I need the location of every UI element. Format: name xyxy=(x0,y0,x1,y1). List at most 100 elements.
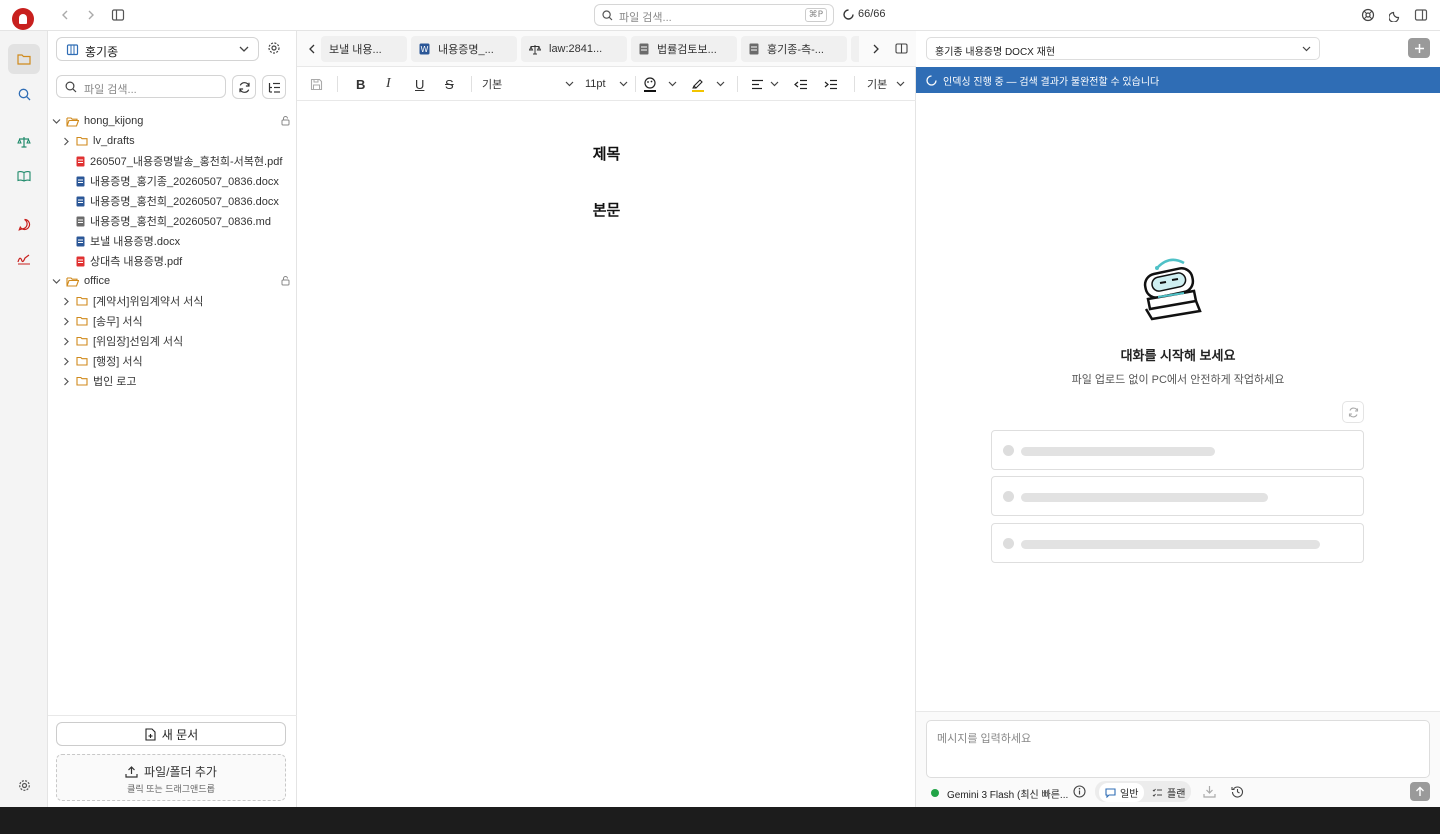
tree-folder[interactable]: [위임장]선임계 서식 xyxy=(62,331,183,351)
activity-rail xyxy=(0,31,48,807)
sidebar-toggle-icon[interactable] xyxy=(109,6,127,24)
font-size-select[interactable]: 11pt xyxy=(585,74,628,94)
document-title[interactable]: 제목 xyxy=(297,143,916,164)
editor-tab[interactable]: W 내용증명_... xyxy=(411,36,517,62)
chat-panel: 홍기종 내용증명 DOCX 재현 인덱싱 진행 중 — 검색 결과가 불완전할 … xyxy=(916,31,1440,807)
docx-file-icon xyxy=(76,176,85,186)
tree-file-docx[interactable]: 내용증명_홍천희_20260507_0836.docx xyxy=(76,191,279,211)
global-search-input[interactable]: 파일 검색... ⌘P xyxy=(594,4,834,26)
workspace-settings-icon[interactable] xyxy=(267,41,283,57)
tree-file-pdf[interactable]: 260507_내용증명발송_홍천희-서복현.pdf xyxy=(76,151,282,171)
back-icon[interactable] xyxy=(56,6,74,24)
dark-mode-icon[interactable] xyxy=(1386,6,1404,24)
help-icon[interactable] xyxy=(1359,6,1377,24)
right-panel-toggle-icon[interactable] xyxy=(1412,6,1430,24)
tree-item-label: 내용증명_홍천희_20260507_0836.md xyxy=(90,216,271,228)
tree-file-docx[interactable]: 내용증명_홍기종_20260507_0836.docx xyxy=(76,171,279,191)
tree-folder-office[interactable]: office xyxy=(52,271,297,291)
italic-button[interactable]: I xyxy=(386,74,391,94)
editor-tab[interactable]: 보낼 내용... xyxy=(321,36,407,62)
indent-button[interactable] xyxy=(824,74,838,94)
forward-icon[interactable] xyxy=(82,6,100,24)
new-document-button[interactable]: 새 문서 xyxy=(56,722,286,746)
rail-search[interactable] xyxy=(8,79,40,109)
bold-button[interactable]: B xyxy=(356,74,365,94)
rail-chat[interactable] xyxy=(8,209,40,239)
align-select[interactable] xyxy=(751,74,779,94)
line-style-select[interactable]: 기본 xyxy=(867,74,905,94)
tree-file-pdf[interactable]: 상대측 내용증명.pdf xyxy=(76,251,182,271)
document-body[interactable]: 본문 xyxy=(297,199,916,220)
mode-plan-button[interactable]: 플랜 xyxy=(1146,783,1191,802)
svg-text:W: W xyxy=(421,45,429,54)
send-button[interactable] xyxy=(1410,782,1430,801)
message-input[interactable]: 메시지를 입력하세요 xyxy=(926,720,1430,778)
chat-thread-select[interactable]: 홍기종 내용증명 DOCX 재현 xyxy=(926,37,1320,60)
chevron-down-icon xyxy=(668,81,677,87)
rail-settings[interactable] xyxy=(8,770,40,800)
underline-button[interactable]: U xyxy=(415,74,424,94)
rail-files[interactable] xyxy=(8,44,40,74)
chevron-right-icon xyxy=(64,297,69,305)
refresh-suggestions-button[interactable] xyxy=(1342,401,1364,423)
model-select[interactable]: Gemini 3 Flash (최신 빠른... xyxy=(931,784,1068,802)
folder-icon xyxy=(76,376,88,386)
outdent-button[interactable] xyxy=(794,74,808,94)
chevron-down-icon xyxy=(896,81,905,87)
file-drop-zone[interactable]: 파일/폴더 추가 클릭 또는 드래그앤드롭 xyxy=(56,754,286,801)
suggestion-placeholder[interactable] xyxy=(991,430,1364,470)
mode-plan-label: 플랜 xyxy=(1167,789,1186,800)
tree-item-label: office xyxy=(84,275,111,287)
strikethrough-button[interactable]: S xyxy=(445,74,454,94)
suggestion-placeholder[interactable] xyxy=(991,523,1364,563)
rail-law[interactable] xyxy=(8,127,40,157)
tree-folder[interactable]: 법인 로고 xyxy=(62,371,137,391)
tree-folder[interactable]: [계약서]위임계약서 서식 xyxy=(62,291,203,311)
tabs-scroll-left-icon[interactable] xyxy=(307,43,317,58)
rail-sign[interactable] xyxy=(8,244,40,274)
editor-tab[interactable]: law:2841... xyxy=(521,36,627,62)
tree-folder-lv-drafts[interactable]: lv_drafts xyxy=(62,131,135,151)
tree-file-docx[interactable]: 보낼 내용증명.docx xyxy=(76,231,180,251)
tree-folder[interactable]: [송무] 서식 xyxy=(62,311,143,331)
editor-tab[interactable]: 홍기종-측-... xyxy=(741,36,847,62)
palette-icon xyxy=(644,76,656,92)
toolbar-divider xyxy=(854,76,855,92)
download-icon[interactable] xyxy=(1203,785,1216,801)
lock-icon[interactable] xyxy=(280,275,291,286)
model-info-icon[interactable] xyxy=(1073,785,1086,801)
tree-view-button[interactable] xyxy=(262,75,286,99)
search-icon xyxy=(602,10,613,21)
text-color-button[interactable] xyxy=(643,74,677,94)
chevron-down-icon xyxy=(619,81,628,87)
split-view-icon[interactable] xyxy=(895,42,908,58)
refresh-tree-button[interactable] xyxy=(232,75,256,99)
highlight-color-button[interactable] xyxy=(691,74,725,94)
tree-item-label: [계약서]위임계약서 서식 xyxy=(93,296,204,308)
new-chat-button[interactable] xyxy=(1408,38,1430,58)
tree-folder-hong-kijong[interactable]: hong_kijong xyxy=(52,111,297,131)
indexing-banner-text: 인덱싱 진행 중 — 검색 결과가 불완전할 수 있습니다 xyxy=(943,76,1160,88)
history-icon[interactable] xyxy=(1231,785,1244,801)
paragraph-style-select[interactable]: 기본 xyxy=(482,74,574,94)
workspace-select[interactable]: 홍기종 xyxy=(56,37,259,61)
tabs-scroll-right-icon[interactable] xyxy=(871,43,881,58)
mode-general-button[interactable]: 일반 xyxy=(1099,783,1145,802)
pdf-file-icon xyxy=(76,156,85,166)
lock-icon[interactable] xyxy=(280,115,291,126)
file-search-placeholder: 파일 검색... xyxy=(84,84,137,96)
refresh-icon xyxy=(238,81,250,93)
suggestion-placeholder[interactable] xyxy=(991,476,1364,516)
tree-folder[interactable]: [행정] 서식 xyxy=(62,351,143,371)
document-canvas[interactable]: 제목 본문 xyxy=(297,101,916,807)
skeleton-bar xyxy=(1021,540,1320,549)
file-search-input[interactable]: 파일 검색... xyxy=(56,75,226,98)
tree-item-label: 보낼 내용증명.docx xyxy=(90,236,181,248)
file-plus-icon xyxy=(145,727,156,741)
rail-book[interactable] xyxy=(8,161,40,191)
document-editor: 보낼 내용... W 내용증명_... law:2841... 법률검토보...… xyxy=(297,31,916,807)
save-icon[interactable] xyxy=(310,74,323,94)
tab-label: 홍기종-측-... xyxy=(767,44,824,56)
tree-file-md[interactable]: 내용증명_홍천희_20260507_0836.md xyxy=(76,211,271,231)
editor-tab[interactable]: 법률검토보... xyxy=(631,36,737,62)
